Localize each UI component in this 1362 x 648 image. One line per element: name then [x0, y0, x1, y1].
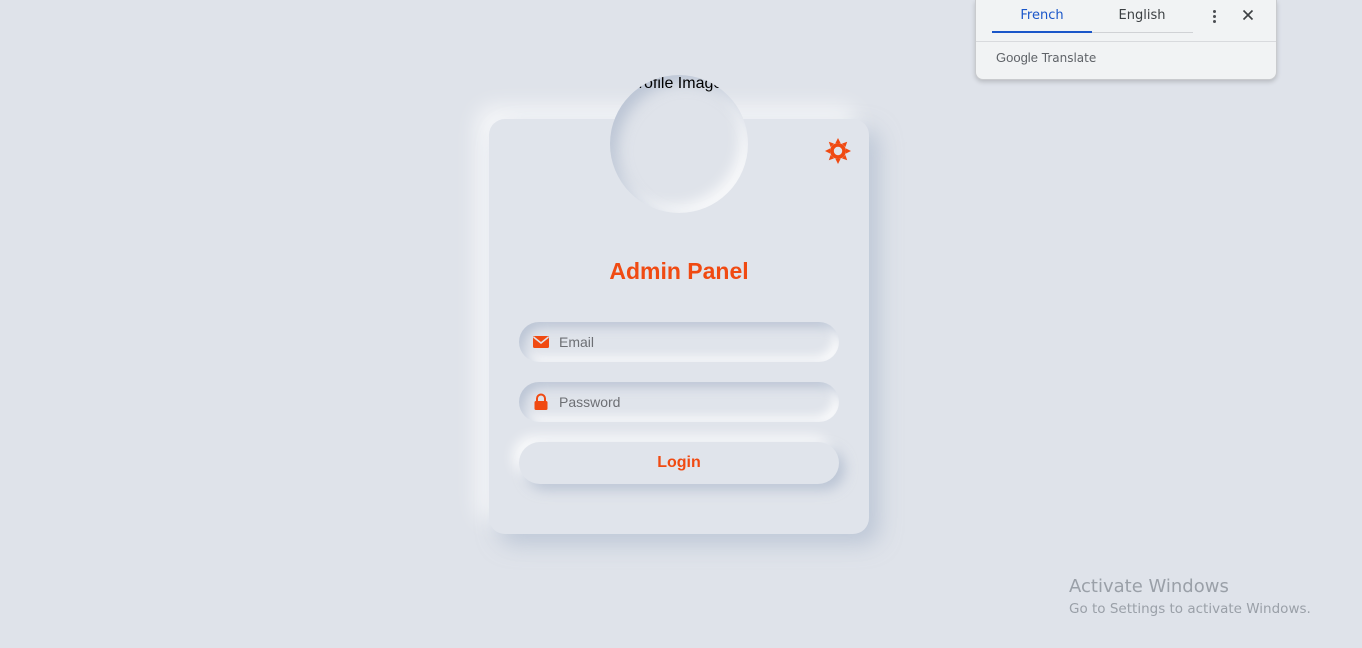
email-input[interactable]: [559, 322, 829, 362]
watermark-subtitle: Go to Settings to activate Windows.: [1069, 601, 1311, 617]
watermark-title: Activate Windows: [1069, 576, 1229, 597]
envelope-icon: [532, 333, 550, 351]
google-translate-brand: Google Translate: [996, 50, 1096, 65]
language-tabs: French English: [992, 0, 1193, 33]
activate-windows-watermark: Activate Windows Go to Settings to activ…: [1069, 576, 1311, 620]
translate-text: Translate: [1041, 51, 1097, 65]
translate-bar-header: French English: [976, 0, 1276, 42]
profile-image-alt-text: Profile Image: [628, 75, 723, 92]
lock-icon: [532, 393, 550, 411]
password-input[interactable]: [559, 382, 829, 422]
tab-french[interactable]: French: [992, 0, 1092, 33]
translate-bar: French English Google Translate: [975, 0, 1277, 80]
tab-english[interactable]: English: [1092, 0, 1192, 32]
page-title: Admin Panel: [609, 258, 749, 284]
google-logo-text: Google: [996, 50, 1038, 65]
password-field[interactable]: [519, 382, 839, 422]
sun-icon[interactable]: [824, 137, 852, 165]
login-button[interactable]: Login: [519, 442, 839, 484]
more-vert-icon[interactable]: [1204, 6, 1224, 26]
email-field[interactable]: [519, 322, 839, 362]
close-icon[interactable]: [1238, 5, 1258, 25]
profile-image: Profile Image: [610, 75, 748, 213]
